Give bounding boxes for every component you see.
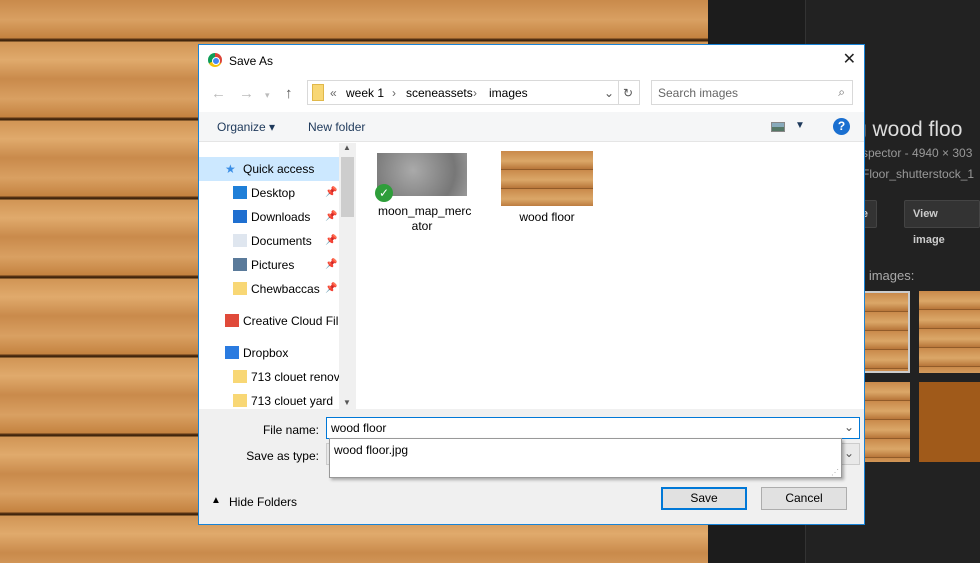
organize-button[interactable]: Organize ▾ — [217, 120, 275, 134]
file-name: moon_map_merc ator — [378, 204, 472, 233]
cancel-button[interactable]: Cancel — [761, 487, 847, 510]
back-icon[interactable]: ← — [211, 85, 226, 102]
view-dropdown-icon[interactable]: ▼ — [795, 120, 805, 131]
save-button[interactable]: Save — [661, 487, 747, 510]
related-images-label: d images: — [858, 268, 915, 283]
chevron-up-icon[interactable]: ▲ — [211, 495, 221, 506]
navigation-pane: ★ Quick access Desktop 📌 Downloads 📌 Documents… — [199, 143, 356, 409]
hide-folders-button[interactable]: Hide Folders — [229, 495, 297, 509]
help-button[interactable]: ? — [833, 118, 850, 135]
breadcrumb-images[interactable]: images — [489, 86, 528, 100]
related-image[interactable] — [919, 382, 980, 462]
refresh-icon[interactable]: ↻ — [623, 86, 633, 100]
recent-dropdown-icon[interactable]: ▾ — [265, 90, 270, 101]
folder-icon — [233, 394, 247, 407]
document-icon — [233, 234, 247, 247]
dialog-title: Save As — [229, 54, 274, 68]
chevron-down-icon[interactable]: ⌄ — [604, 86, 614, 100]
preview-filename: Floor_shutterstock_1 — [862, 167, 975, 181]
file-list: ✓ moon_map_merc ator wood floor — [357, 143, 864, 409]
sidebar-item-label: Desktop — [251, 186, 296, 200]
file-item[interactable]: wood floor — [497, 151, 597, 224]
sidebar-item[interactable]: Documents 📌 — [199, 229, 339, 253]
chrome-icon — [208, 53, 222, 67]
address-bar[interactable]: « week 1 › sceneassets › images ⌄ ↻ — [307, 80, 640, 105]
suggestion-item[interactable]: wood floor.jpg — [334, 443, 408, 457]
title-bar: Save As ✕ — [199, 45, 864, 76]
save-as-type-label: Save as type: — [246, 449, 319, 463]
folder-icon — [312, 84, 324, 101]
pin-icon: 📌 — [325, 259, 338, 270]
pin-icon: 📌 — [325, 235, 338, 246]
preview-subtitle: spector - 4940 × 303 — [862, 146, 973, 160]
sidebar-item-label: Chewbaccas — [251, 282, 320, 296]
sync-check-icon: ✓ — [375, 184, 393, 202]
sidebar-item-label: Creative Cloud Fil — [243, 314, 339, 328]
sidebar-item-label: 713 clouet yard — [251, 394, 334, 408]
save-as-dialog: Save As ✕ ← → ▾ ↑ « week 1 › sceneassets… — [198, 44, 865, 525]
breadcrumb-sceneassets[interactable]: sceneassets — [406, 86, 473, 100]
chevron-down-icon[interactable]: ⌄ — [844, 420, 854, 434]
autocomplete-dropdown: wood floor.jpg ⋰ — [329, 438, 842, 478]
related-image[interactable] — [860, 382, 910, 462]
sidebar-item[interactable]: Dropbox — [199, 341, 339, 365]
creative-cloud-icon — [225, 314, 239, 327]
sidebar-item-label: Quick access — [243, 162, 315, 176]
star-icon: ★ — [225, 162, 236, 176]
preview-title: g wood floo — [855, 118, 963, 141]
download-icon — [233, 210, 247, 223]
dropbox-icon — [225, 346, 239, 359]
file-name-label: File name: — [262, 423, 319, 437]
related-image[interactable] — [860, 291, 910, 373]
sidebar-item-label: 713 clouet renov — [251, 370, 339, 384]
save-options: File name: wood floor ⌄ Save as type: ⌄ w… — [199, 409, 864, 524]
pin-icon: 📌 — [325, 283, 338, 294]
sidebar-item[interactable]: 713 clouet renov — [199, 365, 339, 389]
sidebar-item-label: Dropbox — [243, 346, 289, 360]
breadcrumb-overflow[interactable]: « — [330, 86, 337, 100]
sidebar-item[interactable]: Pictures 📌 — [199, 253, 339, 277]
moon-thumbnail: ✓ — [375, 153, 467, 202]
sidebar-item-label: Downloads — [251, 210, 311, 224]
breadcrumb-week-1[interactable]: week 1 — [346, 86, 384, 100]
sidebar-item[interactable]: Desktop 📌 — [199, 181, 339, 205]
folder-icon — [233, 282, 247, 295]
sidebar-item-label: Pictures — [251, 258, 295, 272]
search-placeholder: Search images — [658, 86, 739, 100]
file-name: wood floor — [519, 210, 575, 224]
file-name-input[interactable]: wood floor ⌄ — [326, 417, 860, 439]
desktop-icon — [233, 186, 247, 199]
view-image-button[interactable]: View image — [904, 200, 980, 246]
up-icon[interactable]: ↑ — [285, 85, 293, 102]
sidebar-item[interactable]: 713 clouet yard — [199, 389, 339, 409]
file-item[interactable]: ✓ moon_map_merc ator — [372, 153, 472, 234]
toolbar: Organize ▾ New folder ▼ ? — [199, 112, 864, 142]
related-image[interactable] — [919, 291, 980, 373]
sidebar-item[interactable]: Chewbaccas 📌 — [199, 277, 339, 301]
new-folder-button[interactable]: New folder — [308, 120, 365, 134]
pictures-icon — [233, 258, 247, 271]
pin-icon: 📌 — [325, 187, 338, 198]
forward-icon[interactable]: → — [239, 85, 254, 102]
view-icon[interactable] — [771, 122, 785, 132]
pin-icon: 📌 — [325, 211, 338, 222]
sidebar-scrollbar[interactable]: ▲ ▼ — [339, 143, 356, 409]
sidebar-item[interactable]: Creative Cloud Fil — [199, 309, 339, 333]
search-icon: ⌕ — [838, 85, 845, 99]
file-name-value: wood floor — [331, 421, 387, 435]
sidebar-item-label: Documents — [251, 234, 312, 248]
sidebar-item[interactable]: ★ Quick access — [199, 157, 339, 181]
search-input[interactable]: Search images ⌕ — [651, 80, 853, 105]
close-button[interactable]: ✕ — [843, 49, 856, 69]
wood-thumbnail — [501, 151, 593, 206]
sidebar-item[interactable]: Downloads 📌 — [199, 205, 339, 229]
folder-icon — [233, 370, 247, 383]
